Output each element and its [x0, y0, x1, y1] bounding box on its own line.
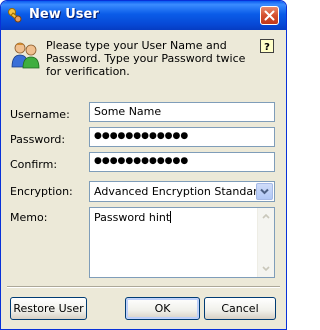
- password-value: ●●●●●●●●●●●●: [94, 131, 189, 141]
- instructions-text: Please type your User Name and Password.…: [46, 39, 246, 78]
- confirm-label: Confirm:: [10, 158, 58, 171]
- scroll-up-button[interactable]: [258, 208, 274, 224]
- dropdown-button[interactable]: [256, 183, 273, 200]
- svg-text:?: ?: [264, 42, 270, 53]
- title-bar[interactable]: New User: [1, 1, 286, 30]
- confirm-value: ●●●●●●●●●●●●: [94, 156, 189, 166]
- new-user-dialog: New User Please type your User Name and …: [0, 0, 287, 330]
- encryption-select[interactable]: Advanced Encryption Standart: [89, 181, 275, 202]
- username-input[interactable]: Some Name: [89, 102, 275, 122]
- username-value: Some Name: [94, 105, 162, 118]
- scroll-up-icon: [262, 213, 270, 219]
- users-icon: [10, 41, 42, 69]
- memo-scrollbar[interactable]: [257, 208, 274, 277]
- window-title: New User: [29, 7, 99, 22]
- close-icon: [264, 10, 275, 21]
- encryption-value: Advanced Encryption Standart: [94, 185, 262, 198]
- separator: [7, 286, 280, 288]
- memo-label: Memo:: [10, 211, 48, 224]
- key-user-icon: [7, 7, 24, 24]
- dialog-body: Please type your User Name and Password.…: [4, 30, 283, 326]
- memo-value: Password hint: [94, 211, 172, 224]
- chevron-down-icon: [260, 188, 269, 195]
- password-input[interactable]: ●●●●●●●●●●●●: [89, 127, 275, 147]
- close-button[interactable]: [260, 6, 279, 25]
- password-label: Password:: [10, 133, 66, 146]
- confirm-password-input[interactable]: ●●●●●●●●●●●●: [89, 152, 275, 172]
- cancel-button[interactable]: Cancel: [204, 297, 276, 320]
- username-label: Username:: [10, 108, 70, 121]
- scroll-down-button[interactable]: [258, 261, 274, 277]
- scroll-down-icon: [262, 266, 270, 272]
- help-question-icon[interactable]: ?: [260, 39, 274, 53]
- restore-user-button[interactable]: Restore User: [10, 297, 87, 320]
- memo-textarea[interactable]: Password hint: [89, 207, 275, 278]
- encryption-label: Encryption:: [10, 185, 73, 198]
- ok-button[interactable]: OK: [125, 297, 200, 320]
